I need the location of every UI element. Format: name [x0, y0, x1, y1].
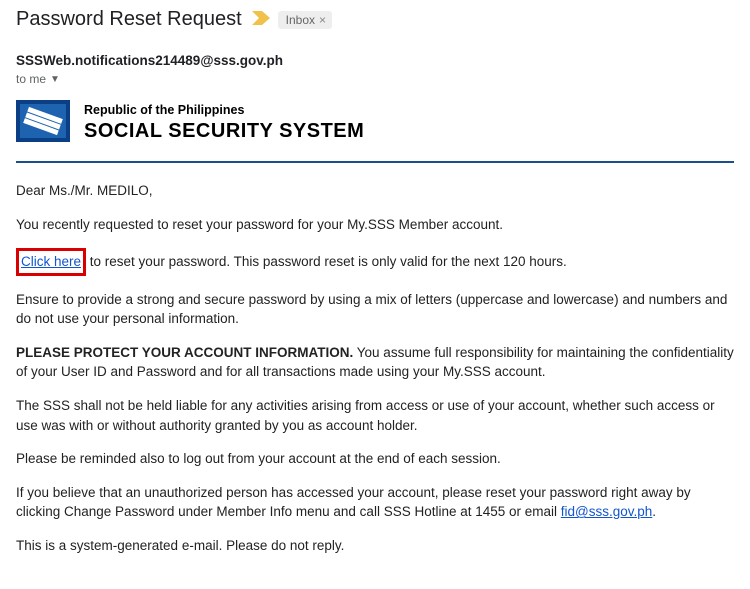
fid-email-link[interactable]: fid@sss.gov.ph — [561, 504, 653, 519]
intro-paragraph: You recently requested to reset your pas… — [16, 215, 734, 235]
protect-bold: PLEASE PROTECT YOUR ACCOUNT INFORMATION. — [16, 345, 353, 360]
org-text: Republic of the Philippines SOCIAL SECUR… — [84, 103, 364, 144]
divider — [16, 161, 734, 163]
click-here-rest: to reset your password. This password re… — [86, 254, 567, 269]
org-name: SOCIAL SECURITY SYSTEM — [84, 119, 364, 144]
liable-paragraph: The SSS shall not be held liable for any… — [16, 396, 734, 435]
email-subject-row: Password Reset Request Inbox × — [0, 0, 750, 35]
logout-paragraph: Please be reminded also to log out from … — [16, 449, 734, 469]
password-reset-link[interactable]: Click here — [21, 254, 81, 269]
email-body: Dear Ms./Mr. MEDILO, You recently reques… — [16, 181, 734, 555]
important-marker-icon[interactable] — [252, 11, 270, 28]
sender-address: SSSWeb.notifications214489@sss.gov.ph — [16, 53, 734, 68]
footer-paragraph: This is a system-generated e-mail. Pleas… — [16, 536, 734, 556]
click-here-highlight: Click here — [16, 248, 86, 276]
org-republic: Republic of the Philippines — [84, 103, 364, 119]
unauth-text-post: . — [652, 504, 656, 519]
email-subject: Password Reset Request — [16, 8, 242, 31]
unauth-paragraph: If you believe that an unauthorized pers… — [16, 483, 734, 522]
click-here-paragraph: Click here to reset your password. This … — [16, 248, 734, 276]
email-body-wrap: Republic of the Philippines SOCIAL SECUR… — [0, 86, 750, 589]
sss-logo-icon — [16, 100, 70, 147]
org-header: Republic of the Philippines SOCIAL SECUR… — [16, 100, 734, 147]
category-label-text: Inbox — [286, 13, 315, 27]
sender-block: SSSWeb.notifications214489@sss.gov.ph — [0, 35, 750, 70]
recipient-row[interactable]: to me ▼ — [0, 70, 750, 86]
show-details-icon[interactable]: ▼ — [50, 74, 60, 85]
ensure-paragraph: Ensure to provide a strong and secure pa… — [16, 290, 734, 329]
salutation: Dear Ms./Mr. MEDILO, — [16, 181, 734, 201]
label-remove-icon[interactable]: × — [319, 13, 326, 27]
recipient-text: to me — [16, 72, 46, 86]
category-label[interactable]: Inbox × — [278, 11, 332, 29]
protect-paragraph: PLEASE PROTECT YOUR ACCOUNT INFORMATION.… — [16, 343, 734, 382]
